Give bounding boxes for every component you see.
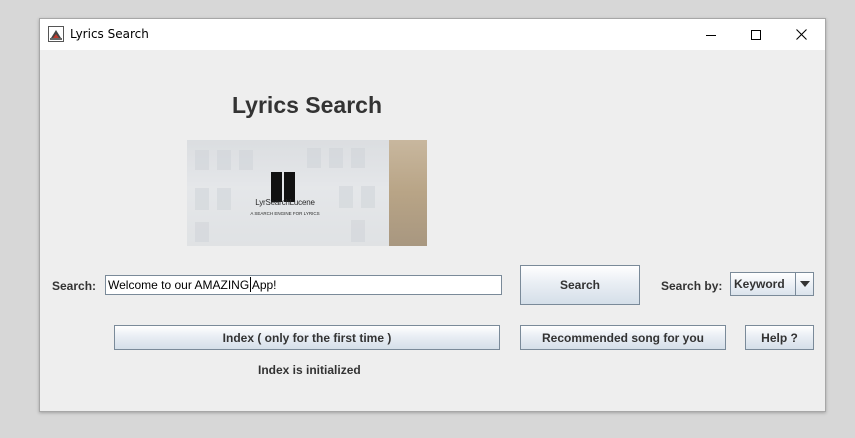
maximize-icon — [751, 25, 761, 44]
minimize-icon — [706, 25, 716, 44]
logo-banner-image: LyrSearchLucene A SEARCH ENGINE FOR LYRI… — [187, 140, 427, 246]
close-icon — [795, 25, 807, 44]
title-bar[interactable]: Lyrics Search — [40, 19, 825, 50]
text-caret — [250, 277, 251, 292]
status-label: Index is initialized — [258, 363, 361, 377]
logo-tagline: A SEARCH ENGINE FOR LYRICS — [250, 211, 320, 216]
logo-name: LyrSearchLucene — [255, 198, 315, 207]
search-button[interactable]: Search — [520, 265, 640, 305]
banner-side-panel — [389, 140, 427, 246]
window-title: Lyrics Search — [70, 27, 149, 41]
index-button[interactable]: Index ( only for the first time ) — [114, 325, 500, 350]
search-label: Search: — [52, 279, 97, 293]
page-title: Lyrics Search — [231, 92, 383, 118]
maximize-button[interactable] — [733, 19, 779, 50]
app-window: Lyrics Search Lyrics Search LyrSearchLuc… — [39, 18, 826, 412]
dropdown-arrow-icon[interactable] — [795, 273, 814, 295]
recommend-song-button[interactable]: Recommended song for you — [520, 325, 726, 350]
content-pane: Lyrics Search LyrSearchLucene A SEARCH E… — [40, 50, 825, 411]
search-by-label: Search by: — [661, 279, 723, 293]
java-app-icon — [48, 26, 64, 42]
search-by-dropdown[interactable]: Keyword — [730, 272, 814, 296]
help-button[interactable]: Help ? — [745, 325, 814, 350]
search-input[interactable]: Welcome to our AMAZING App! — [105, 275, 502, 295]
close-button[interactable] — [778, 19, 824, 50]
minimize-button[interactable] — [688, 19, 734, 50]
search-by-selected: Keyword — [734, 277, 785, 291]
